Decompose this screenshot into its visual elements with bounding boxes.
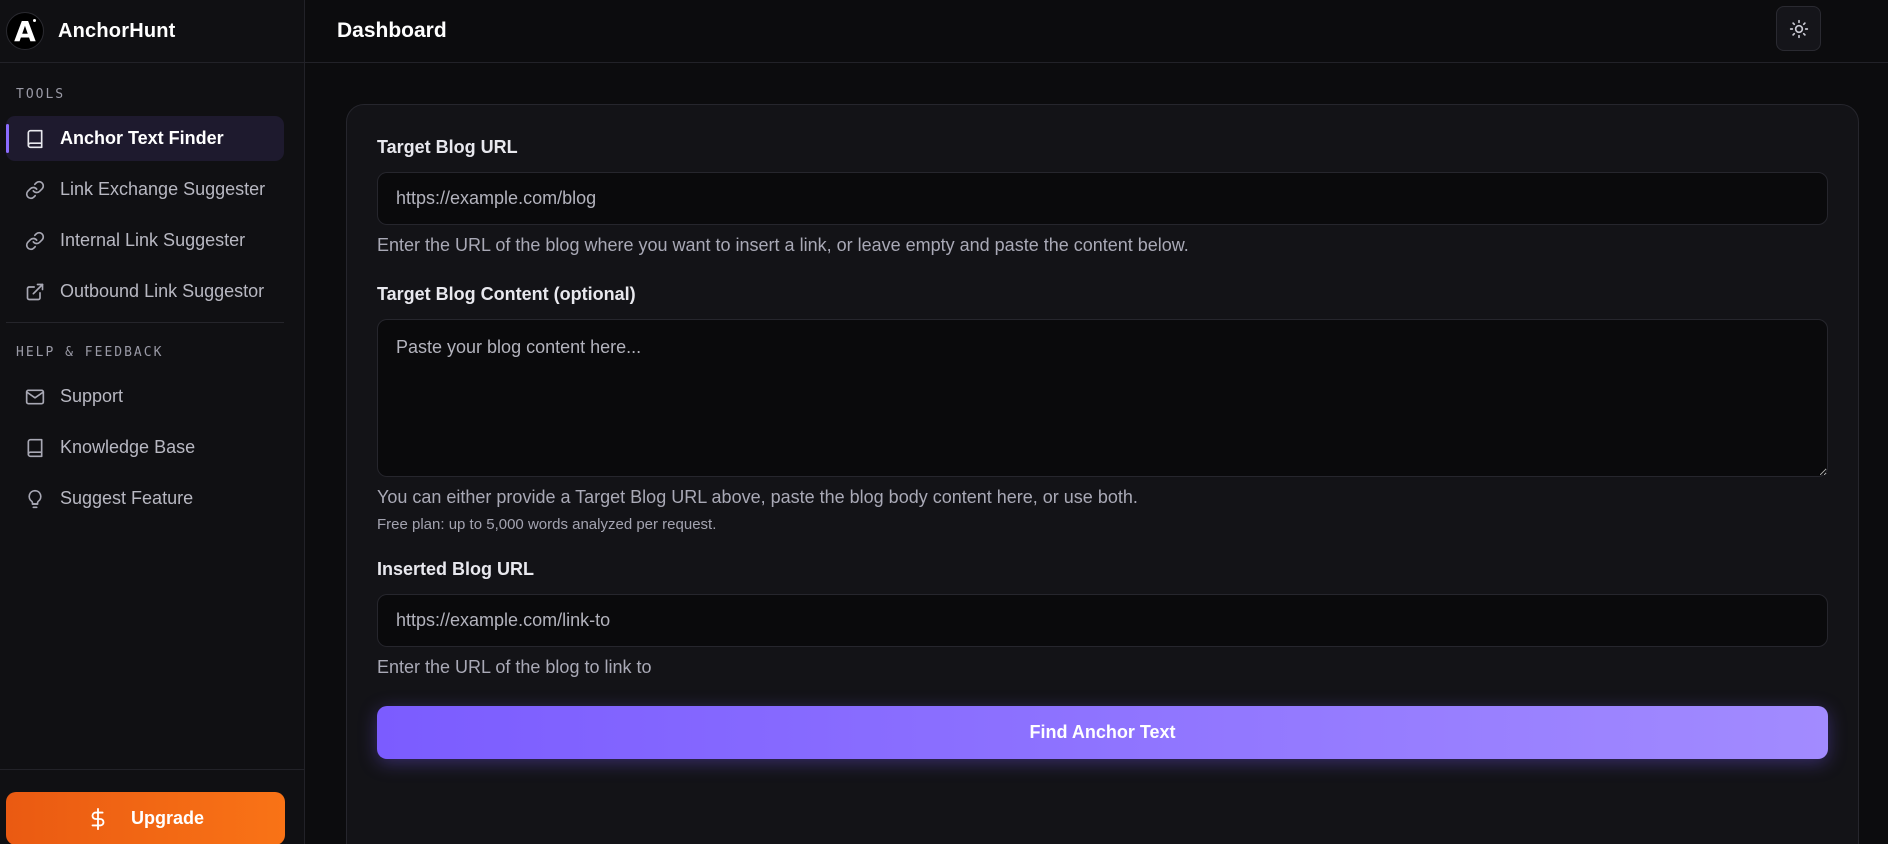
sidebar: A AnchorHunt TOOLS Anchor Text Finder Li…	[0, 0, 305, 844]
sidebar-footer: Upgrade	[0, 769, 304, 844]
target-url-label: Target Blog URL	[377, 137, 518, 157]
external-link-icon	[24, 281, 46, 303]
sidebar-item-label: Knowledge Base	[60, 437, 196, 457]
main-content: Dashboard Target Blog URL Enter the URL …	[305, 0, 1888, 844]
sidebar-item-internal-link-suggester[interactable]: Internal Link Suggester	[6, 218, 284, 263]
theme-toggle-button[interactable]	[1776, 6, 1821, 51]
brand-logo: A	[6, 12, 44, 50]
dollar-icon	[87, 807, 109, 830]
sidebar-item-label: Outbound Link Suggestor	[60, 281, 265, 301]
brand-logo-dot	[33, 19, 36, 22]
link-icon	[24, 179, 46, 201]
brand-name: AnchorHunt	[58, 19, 176, 42]
inserted-url-help: Enter the URL of the blog to link to	[377, 657, 652, 677]
free-plan-limit-note: Free plan: up to 5,000 words analyzed pe…	[377, 516, 717, 533]
book-icon	[24, 128, 46, 150]
sidebar-item-label: Link Exchange Suggester	[60, 179, 266, 199]
sidebar-item-label: Internal Link Suggester	[60, 230, 246, 250]
sidebar-item-anchor-text-finder[interactable]: Anchor Text Finder	[6, 116, 284, 161]
find-anchor-text-button[interactable]: Find Anchor Text	[377, 706, 1828, 759]
link-icon	[24, 230, 46, 252]
topbar: Dashboard	[305, 0, 1888, 63]
section-label-tools: TOOLS	[16, 87, 66, 102]
upgrade-label: Upgrade	[130, 808, 204, 828]
anchor-text-form-card: Target Blog URL Enter the URL of the blo…	[346, 104, 1859, 844]
target-content-textarea[interactable]	[377, 319, 1828, 477]
target-url-input[interactable]	[377, 172, 1828, 225]
sidebar-item-knowledge-base[interactable]: Knowledge Base	[6, 425, 284, 470]
brand[interactable]: A AnchorHunt	[0, 0, 304, 63]
app-root: A AnchorHunt TOOLS Anchor Text Finder Li…	[0, 0, 1888, 844]
section-label-help: HELP & FEEDBACK	[16, 345, 164, 360]
inserted-url-input[interactable]	[377, 594, 1828, 647]
sidebar-item-link-exchange-suggester[interactable]: Link Exchange Suggester	[6, 167, 284, 212]
upgrade-button[interactable]: Upgrade	[6, 792, 285, 844]
lightbulb-icon	[24, 488, 46, 510]
target-url-help: Enter the URL of the blog where you want…	[377, 235, 1189, 255]
book-icon	[24, 437, 46, 459]
target-content-label: Target Blog Content (optional)	[377, 284, 636, 304]
inserted-url-label: Inserted Blog URL	[377, 559, 535, 579]
sidebar-divider	[6, 322, 284, 323]
sidebar-item-label: Anchor Text Finder	[60, 128, 224, 148]
sidebar-item-label: Suggest Feature	[60, 488, 194, 508]
sidebar-item-outbound-link-suggestor[interactable]: Outbound Link Suggestor	[6, 269, 284, 314]
mail-icon	[24, 386, 46, 408]
sidebar-item-support[interactable]: Support	[6, 374, 284, 419]
sun-icon	[1789, 19, 1809, 39]
sidebar-item-suggest-feature[interactable]: Suggest Feature	[6, 476, 284, 521]
target-content-help: You can either provide a Target Blog URL…	[377, 487, 1138, 507]
sidebar-item-label: Support	[60, 386, 124, 406]
page-title: Dashboard	[337, 19, 447, 42]
